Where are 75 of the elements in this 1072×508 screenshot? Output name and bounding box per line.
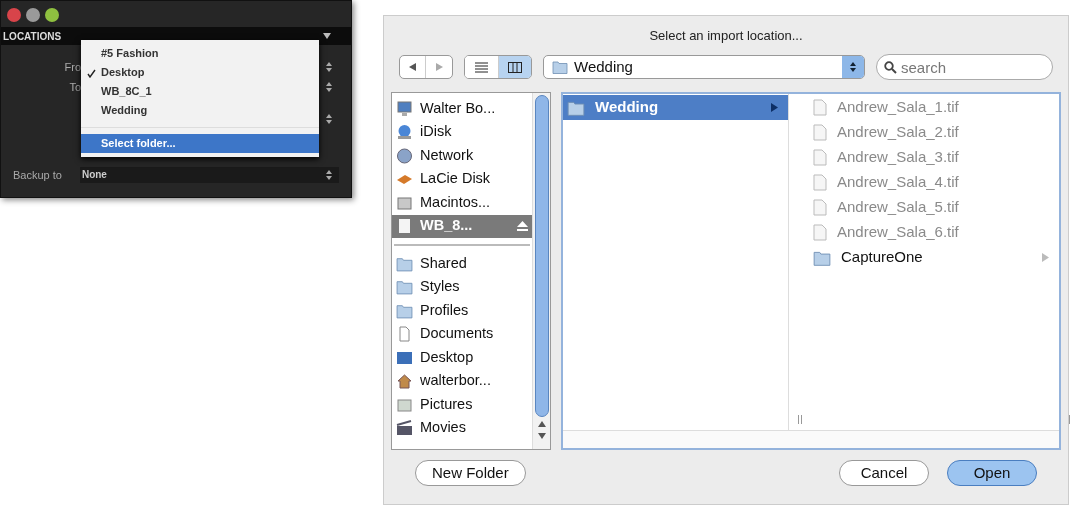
menu-item[interactable]: Wedding: [81, 101, 319, 120]
columns-icon: [508, 61, 522, 73]
film-icon: [396, 420, 413, 437]
menu-item[interactable]: Desktop: [81, 63, 319, 82]
document-icon: [396, 326, 413, 343]
document-icon: [813, 224, 827, 241]
disclosure-arrow-icon: [1042, 253, 1049, 262]
sidebar-item[interactable]: Pictures: [392, 393, 532, 417]
sidebar-item[interactable]: Styles: [392, 275, 532, 299]
scroll-up-icon[interactable]: [537, 420, 546, 428]
sidebar-item[interactable]: Documents: [392, 322, 532, 346]
sidebar-item[interactable]: Walter Bo...: [392, 97, 532, 121]
sidebar-item[interactable]: WB_8...: [392, 214, 532, 238]
menu-item[interactable]: WB_8C_1: [81, 82, 319, 101]
document-icon: [813, 174, 827, 191]
folder-icon: [396, 255, 413, 272]
sidebar-item[interactable]: Network: [392, 144, 532, 168]
field-label: Fro: [63, 59, 81, 75]
forward-arrow-icon: [435, 63, 443, 71]
search-icon: [884, 61, 897, 74]
column-view-button[interactable]: [498, 56, 531, 78]
stepper-icon: [325, 61, 333, 73]
sidebar-item[interactable]: Macintos...: [392, 191, 532, 215]
desktop-icon: [396, 349, 413, 366]
menu-item[interactable]: #5 Fashion: [81, 44, 319, 63]
stepper-icon: [849, 61, 857, 73]
stepper-icon: [325, 168, 333, 181]
document-icon: [813, 199, 827, 216]
sidebar-item[interactable]: Movies: [392, 416, 532, 440]
sidebar-item[interactable]: walterbor...: [392, 369, 532, 393]
scroll-down-icon[interactable]: [537, 432, 546, 440]
globe-icon: [396, 147, 413, 164]
sidebar-item[interactable]: iDisk: [392, 120, 532, 144]
back-arrow-icon: [408, 63, 417, 71]
backup-select[interactable]: None: [79, 166, 339, 183]
document-icon: [813, 124, 827, 141]
zoom-button[interactable]: [45, 8, 59, 22]
list-icon: [475, 61, 488, 73]
folder-icon: [552, 60, 568, 74]
open-button[interactable]: Open: [947, 460, 1037, 486]
stepper-icon: [325, 81, 333, 93]
search-field[interactable]: search: [876, 54, 1053, 80]
folder-row[interactable]: Wedding: [563, 95, 788, 120]
sidebar-item[interactable]: Desktop: [392, 346, 532, 370]
folder-icon: [813, 249, 831, 266]
eject-icon[interactable]: [517, 221, 528, 232]
section-title: LOCATIONS: [3, 29, 62, 44]
computer-icon: [396, 100, 413, 117]
field-label: Backup to: [13, 167, 62, 183]
sidebar-item[interactable]: Shared: [392, 252, 532, 276]
folder-icon: [396, 302, 413, 319]
horizontal-scrollbar[interactable]: [563, 430, 1059, 448]
cancel-button[interactable]: Cancel: [839, 460, 929, 486]
disclosure-arrow-icon: [771, 103, 778, 112]
checkmark-icon: [86, 68, 96, 78]
globe-icon: [396, 124, 413, 141]
folder-icon: [396, 279, 413, 296]
dropdown-arrow-icon: [323, 33, 331, 39]
scrollbar-thumb[interactable]: [534, 95, 549, 417]
field-label: To: [68, 79, 81, 95]
sidebar-item[interactable]: LaCie Disk: [392, 167, 532, 191]
sidebar-item[interactable]: Profiles: [392, 299, 532, 323]
menu-item[interactable]: Select folder...: [81, 134, 319, 153]
dialog-title: Select an import location...: [648, 27, 804, 45]
path-popup[interactable]: Wedding: [543, 55, 865, 79]
document-icon: [813, 149, 827, 166]
house-icon: [396, 373, 413, 390]
new-folder-button[interactable]: New Folder: [415, 460, 526, 486]
picture-frame-icon: [396, 396, 413, 413]
document-icon: [813, 99, 827, 116]
folder-icon: [567, 99, 585, 116]
folder-row[interactable]: CaptureOne: [809, 245, 1059, 270]
close-button[interactable]: [7, 8, 21, 22]
minimize-button[interactable]: [26, 8, 40, 22]
stepper-icon: [325, 113, 333, 125]
